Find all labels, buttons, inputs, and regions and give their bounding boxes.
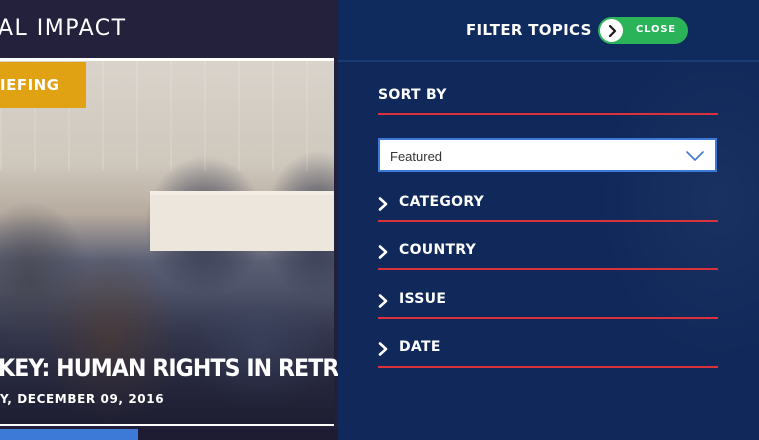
section-title: AL IMPACT	[0, 16, 127, 41]
close-label: CLOSE	[636, 24, 676, 35]
sort-select-value: Featured	[390, 149, 443, 164]
filter-item-date[interactable]: DATE	[378, 336, 718, 366]
sort-select[interactable]: Featured	[378, 138, 717, 172]
article-divider	[0, 424, 334, 426]
article-tag-label: IEFING	[0, 76, 60, 94]
filter-item-category[interactable]: CATEGORY	[378, 191, 718, 221]
filter-item-country[interactable]: COUNTRY	[378, 239, 718, 269]
filter-item-label: ISSUE	[399, 291, 447, 307]
photo-table	[150, 191, 334, 251]
filter-item-issue[interactable]: ISSUE	[378, 288, 718, 318]
bottom-tab-blue[interactable]	[0, 429, 138, 440]
filter-divider	[378, 220, 718, 222]
chevron-right-icon	[378, 197, 389, 216]
article-tag: IEFING	[0, 62, 86, 108]
chevron-right-icon	[378, 245, 389, 264]
chevron-right-icon	[378, 294, 389, 313]
close-toggle-button[interactable]: CLOSE	[598, 17, 688, 44]
filter-item-label: COUNTRY	[399, 242, 477, 258]
filter-panel-header: FILTER TOPICS CLOSE	[338, 0, 759, 60]
panel-header-divider	[338, 60, 759, 62]
filter-topics-title: FILTER TOPICS	[466, 21, 592, 39]
article-card[interactable]: AL IMPACT IEFING KEY: HUMAN RIGHTS IN RE…	[0, 0, 338, 440]
sort-by-label: SORT BY	[378, 87, 447, 103]
filter-panel: FILTER TOPICS CLOSE SORT BY Featured CAT…	[338, 0, 759, 440]
filter-divider	[378, 268, 718, 270]
chevron-right-icon	[600, 19, 623, 42]
bottom-bar	[138, 429, 338, 440]
chevron-right-icon	[378, 342, 389, 361]
filter-item-label: DATE	[399, 339, 441, 355]
filter-divider	[378, 317, 718, 319]
section-header: AL IMPACT	[0, 0, 338, 58]
filter-divider	[378, 366, 718, 368]
article-headline[interactable]: KEY: HUMAN RIGHTS IN RETREAT	[0, 354, 338, 382]
sort-by-divider	[378, 113, 718, 115]
chevron-down-icon	[685, 149, 705, 167]
filter-item-label: CATEGORY	[399, 194, 485, 210]
article-date: Y, DECEMBER 09, 2016	[0, 392, 165, 406]
